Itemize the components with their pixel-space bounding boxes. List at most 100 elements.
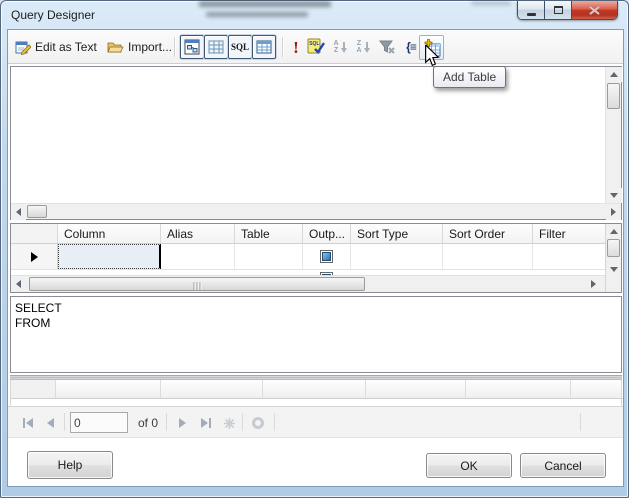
ok-label: OK [460,458,478,473]
sort-type-cell[interactable] [351,244,443,269]
table-header[interactable]: Table [235,224,303,243]
first-record-button[interactable] [18,413,38,433]
sql-select-line: SELECT [15,301,62,315]
grid-horizontal-scrollbar[interactable] [11,275,605,292]
new-record-button[interactable] [220,413,238,433]
edit-as-text-icon [15,41,31,55]
diagram-pane[interactable] [10,66,622,220]
add-table-tooltip: Add Table [433,66,507,88]
show-criteria-pane-button[interactable] [204,35,228,59]
execute-icon: ! [293,37,299,57]
results-header-row [11,380,623,399]
record-navigator: of 0 [8,406,623,438]
sort-ascending-button[interactable]: A Z [330,37,350,57]
criteria-grid-header: Column Alias Table Outp... Sort Type Sor… [11,224,605,244]
previous-record-button[interactable] [42,413,58,433]
tooltip-text: Add Table [443,70,497,84]
output-cell[interactable] [303,244,351,269]
grid-vertical-scrollbar[interactable] [605,224,621,292]
scroll-up-icon [609,228,618,234]
results-cell [366,380,466,398]
record-position-input[interactable] [70,412,128,433]
remove-filter-button[interactable] [375,37,399,57]
sql-pane[interactable]: SELECT FROM [10,296,622,373]
vertical-scroll-thumb[interactable] [607,83,620,109]
filter-cell[interactable] [533,244,605,269]
show-results-pane-button[interactable] [252,35,276,59]
scroll-down-button[interactable] [606,188,622,203]
ok-button[interactable]: OK [426,453,512,478]
help-button[interactable]: Help [27,451,113,479]
import-button[interactable]: Import... [105,36,174,58]
output-header[interactable]: Outp... [303,224,351,243]
next-record-icon [178,418,186,428]
horizontal-scroll-thumb[interactable] [27,205,47,218]
verify-sql-button[interactable]: SQL [304,37,328,57]
last-record-arrow [201,418,208,428]
record-count-label: of 0 [138,416,159,430]
scroll-down-button[interactable] [606,262,621,276]
close-button[interactable] [572,1,617,19]
next-record-button[interactable] [174,413,190,433]
minimize-button[interactable] [518,1,545,19]
alias-header[interactable]: Alias [161,224,235,243]
scroll-up-button[interactable] [606,67,622,82]
navigator-separator [64,413,65,431]
cancel-button[interactable]: Cancel [520,453,606,478]
results-row-selector-cell [11,380,56,398]
close-icon [589,5,600,15]
filter-icon [379,40,395,54]
column-cell-selected[interactable] [58,244,161,269]
sort-order-cell[interactable] [443,244,533,269]
results-cell [56,380,161,398]
execute-button[interactable]: ! [288,37,304,57]
scroll-right-button[interactable] [586,276,601,292]
maximize-icon [553,6,563,14]
row-selector-header [11,224,58,243]
sort-order-header[interactable]: Sort Order [443,224,533,243]
edit-as-text-button[interactable]: Edit as Text [13,36,99,58]
scroll-down-icon [609,266,618,272]
last-record-button[interactable] [196,413,216,433]
sql-from-line: FROM [15,316,51,330]
stop-button[interactable] [248,413,268,433]
edit-as-text-label: Edit as Text [35,40,97,54]
help-label: Help [57,458,83,472]
show-sql-pane-button[interactable]: SQL [228,35,252,59]
glass-smudge [199,1,331,7]
current-row-indicator[interactable] [11,244,58,269]
scroll-right-button[interactable] [606,204,621,220]
diagram-horizontal-scrollbar[interactable] [11,203,621,220]
scroll-left-button[interactable] [11,276,26,292]
window-title: Query Designer [11,8,96,22]
results-cell [466,380,571,398]
results-pane[interactable] [10,380,623,406]
new-record-icon [223,417,235,429]
maximize-button[interactable] [545,1,572,19]
toolbar-separator [174,37,175,57]
diagram-pane-icon [184,39,200,55]
checkbox-checked-mark [322,252,331,261]
scroll-left-button[interactable] [11,204,26,220]
horizontal-scroll-thumb[interactable] [29,277,365,291]
sort-ascending-arrow [340,41,347,53]
output-checkbox[interactable] [320,250,333,263]
sort-descending-button[interactable]: Z A [353,37,373,57]
show-diagram-pane-button[interactable] [180,35,204,59]
navigator-separator [274,413,275,431]
alias-cell[interactable] [161,244,235,269]
table-cell[interactable] [235,244,303,269]
scroll-up-icon [610,72,618,77]
criteria-grid-pane[interactable]: Column Alias Table Outp... Sort Type Sor… [10,223,622,293]
criteria-grid-row[interactable] [11,244,605,270]
scroll-left-icon [16,280,21,288]
sort-type-header[interactable]: Sort Type [351,224,443,243]
filter-header[interactable]: Filter [533,224,605,243]
scroll-up-button[interactable] [606,224,621,238]
toolbar-separator [282,37,283,57]
verify-sql-icon: SQL [307,38,325,54]
column-header[interactable]: Column [58,224,161,243]
vertical-scroll-thumb[interactable] [607,239,620,257]
previous-record-icon [46,418,54,428]
diagram-vertical-scrollbar[interactable] [605,67,622,203]
